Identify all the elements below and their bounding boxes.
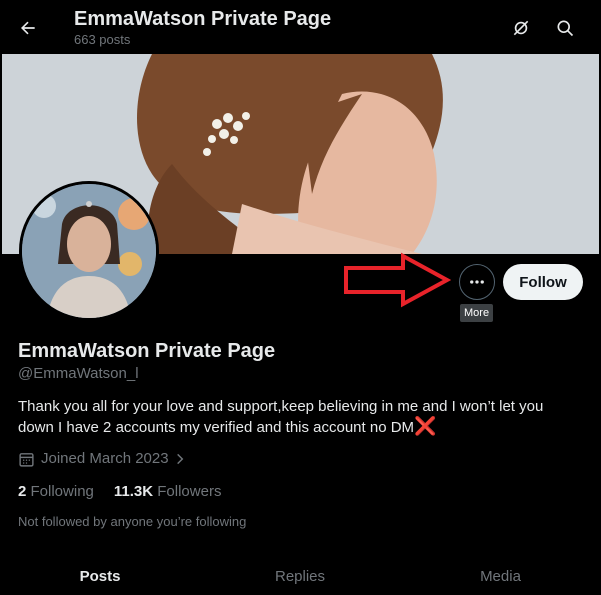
grok-icon bbox=[513, 20, 529, 36]
followers-label: Followers bbox=[157, 483, 222, 500]
tab-posts[interactable]: Posts bbox=[0, 558, 200, 595]
following-count: 2 bbox=[18, 483, 27, 500]
calendar-icon bbox=[19, 452, 34, 467]
more-dots-icon bbox=[470, 280, 484, 284]
grok-button[interactable] bbox=[505, 12, 537, 44]
display-name: EmmaWatson Private Page bbox=[18, 340, 276, 362]
header-title-block: EmmaWatson Private Page 663 posts bbox=[74, 6, 331, 48]
profile-page: EmmaWatson Private Page 663 posts More F… bbox=[0, 0, 601, 595]
red-arrow-annotation bbox=[344, 252, 451, 308]
back-button[interactable] bbox=[12, 12, 44, 44]
more-tooltip: More bbox=[460, 304, 494, 322]
search-button[interactable] bbox=[549, 12, 581, 44]
joined-text: Joined March 2023 bbox=[41, 450, 169, 467]
cross-mark-emoji: ❌ bbox=[414, 416, 437, 436]
page-title: EmmaWatson Private Page bbox=[74, 8, 332, 30]
follow-button[interactable]: Follow bbox=[503, 264, 583, 300]
mutual-followers-note: Not followed by anyone you’re following bbox=[18, 514, 247, 529]
followers-link[interactable]: 11.3K Followers bbox=[114, 482, 222, 502]
avatar-photo bbox=[22, 184, 156, 318]
profile-tabs: Posts Replies Media bbox=[0, 558, 601, 595]
chevron-right-icon bbox=[176, 453, 183, 465]
user-handle: @EmmaWatson_l bbox=[18, 365, 139, 382]
profile-bio: Thank you all for your love and support,… bbox=[18, 396, 578, 438]
following-link[interactable]: 2 Following bbox=[18, 482, 94, 502]
bio-text: Thank you all for your love and support,… bbox=[18, 398, 544, 436]
following-label: Following bbox=[30, 483, 94, 500]
avatar[interactable] bbox=[19, 181, 159, 321]
post-count: 663 posts bbox=[74, 32, 131, 47]
tab-media[interactable]: Media bbox=[400, 558, 601, 595]
more-button[interactable] bbox=[459, 264, 495, 300]
search-icon bbox=[557, 20, 574, 37]
tab-replies[interactable]: Replies bbox=[200, 558, 400, 595]
joined-date[interactable]: Joined March 2023 bbox=[18, 449, 193, 469]
follow-stats: 2 Following 11.3K Followers bbox=[18, 482, 221, 502]
arrow-left-icon bbox=[21, 21, 35, 35]
top-bar: EmmaWatson Private Page 663 posts bbox=[0, 0, 601, 54]
followers-count: 11.3K bbox=[113, 483, 154, 500]
